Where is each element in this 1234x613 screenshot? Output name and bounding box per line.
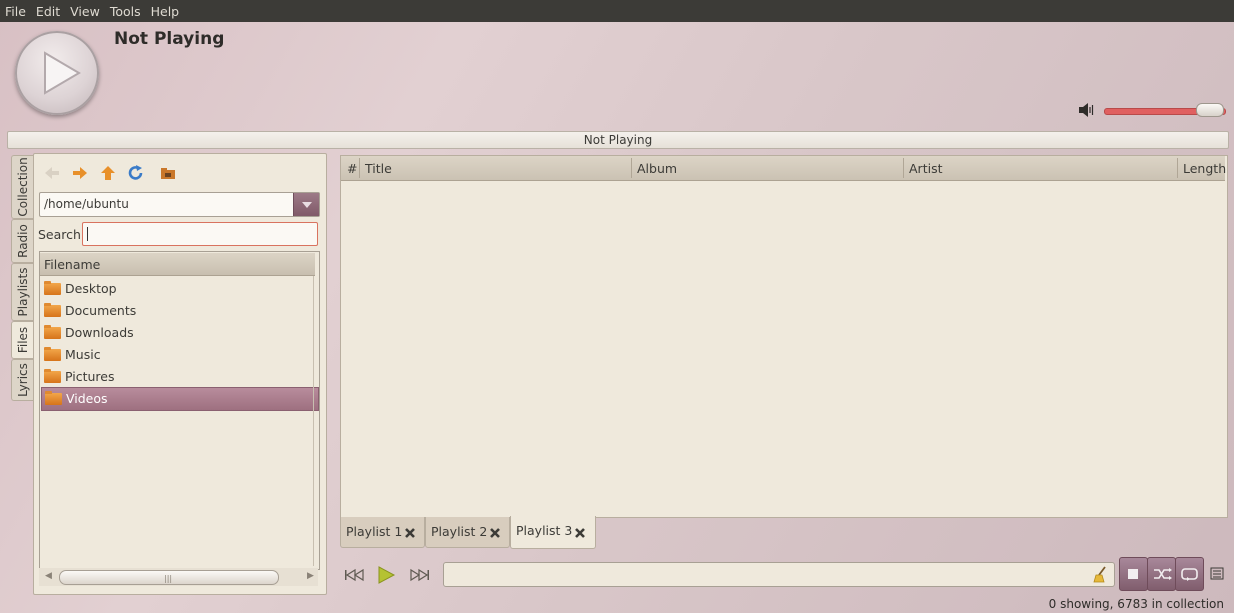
column-album[interactable]: Album <box>637 161 677 176</box>
shuffle-button[interactable] <box>1147 557 1176 591</box>
search-input[interactable] <box>82 222 318 246</box>
volume-icon[interactable] <box>1078 102 1096 118</box>
back-arrow-icon[interactable] <box>43 165 61 181</box>
close-icon[interactable] <box>488 526 502 540</box>
text-caret <box>87 227 88 241</box>
next-track-icon[interactable] <box>408 564 432 586</box>
column-separator <box>359 158 360 178</box>
grip-icon: ||| <box>164 574 173 583</box>
tab-lyrics[interactable]: Lyrics <box>11 359 34 401</box>
up-arrow-icon[interactable] <box>99 165 117 181</box>
tab-playlist-2[interactable]: Playlist 2 <box>425 517 510 548</box>
repeat-button[interactable] <box>1175 557 1204 591</box>
close-icon[interactable] <box>573 526 587 540</box>
clear-broom-icon[interactable] <box>1092 566 1108 583</box>
forward-arrow-icon[interactable] <box>71 165 89 181</box>
column-separator <box>903 158 904 178</box>
menu-edit[interactable]: Edit <box>31 4 65 19</box>
menu-tools[interactable]: Tools <box>105 4 146 19</box>
column-number[interactable]: # <box>347 161 357 176</box>
menu-file[interactable]: File <box>0 4 31 19</box>
column-separator <box>631 158 632 178</box>
stop-icon <box>1128 569 1138 579</box>
folder-icon <box>44 281 61 295</box>
play-icon <box>44 51 81 95</box>
close-icon[interactable] <box>403 526 417 540</box>
list-item-selected[interactable]: Videos <box>41 387 319 411</box>
menu-help[interactable]: Help <box>146 4 185 19</box>
playlist-menu-icon[interactable] <box>1209 566 1225 582</box>
scrollbar-thumb[interactable]: ||| <box>59 570 279 585</box>
playback-progress-bar[interactable]: Not Playing <box>7 131 1229 149</box>
playlist-table[interactable] <box>340 155 1228 518</box>
folder-icon <box>44 303 61 317</box>
status-text: 0 showing, 6783 in collection <box>1048 597 1224 611</box>
column-artist[interactable]: Artist <box>909 161 942 176</box>
list-item[interactable]: Desktop <box>41 278 317 300</box>
scroll-left-icon[interactable]: ◀ <box>45 571 52 581</box>
now-playing-title: Not Playing <box>114 29 225 49</box>
path-combobox[interactable]: /home/ubuntu <box>39 192 320 217</box>
home-folder-icon[interactable] <box>159 165 177 181</box>
folder-icon <box>44 347 61 361</box>
tab-files[interactable]: Files <box>11 321 34 359</box>
tab-playlist-3[interactable]: Playlist 3 <box>510 516 596 549</box>
refresh-icon[interactable] <box>127 165 145 181</box>
tab-playlists[interactable]: Playlists <box>11 263 34 321</box>
column-title[interactable]: Title <box>365 161 392 176</box>
playlist-filter-input[interactable] <box>443 562 1115 587</box>
column-length[interactable]: Length <box>1183 161 1226 176</box>
tab-collection[interactable]: Collection <box>11 155 34 219</box>
scroll-right-icon[interactable]: ▶ <box>307 571 314 581</box>
menu-bar: File Edit View Tools Help <box>0 0 1234 22</box>
previous-track-icon[interactable] <box>342 564 366 586</box>
play-button[interactable] <box>15 31 99 115</box>
list-item[interactable]: Documents <box>41 300 317 322</box>
stop-after-button[interactable] <box>1119 557 1148 591</box>
path-value: /home/ubuntu <box>44 197 129 211</box>
column-separator <box>1177 158 1178 178</box>
search-label: Search: <box>38 227 86 242</box>
volume-slider-knob[interactable] <box>1196 103 1224 117</box>
tab-playlist-1[interactable]: Playlist 1 <box>340 517 425 548</box>
list-item[interactable]: Downloads <box>41 322 317 344</box>
menu-view[interactable]: View <box>65 4 105 19</box>
shuffle-icon <box>1154 568 1172 580</box>
list-item[interactable]: Music <box>41 344 317 366</box>
folder-icon <box>44 369 61 383</box>
playlist-header: # Title Album Artist Length <box>341 156 1226 181</box>
chevron-down-icon[interactable] <box>293 193 319 216</box>
folder-icon <box>45 391 62 405</box>
horizontal-scrollbar[interactable]: ◀ ||| ▶ <box>39 568 318 586</box>
filename-column-header[interactable]: Filename <box>40 253 315 276</box>
vertical-divider <box>313 276 314 566</box>
tab-radio[interactable]: Radio <box>11 219 34 263</box>
repeat-icon <box>1181 568 1198 581</box>
list-item[interactable]: Pictures <box>41 366 317 388</box>
play-icon[interactable] <box>374 564 398 586</box>
folder-icon <box>44 325 61 339</box>
